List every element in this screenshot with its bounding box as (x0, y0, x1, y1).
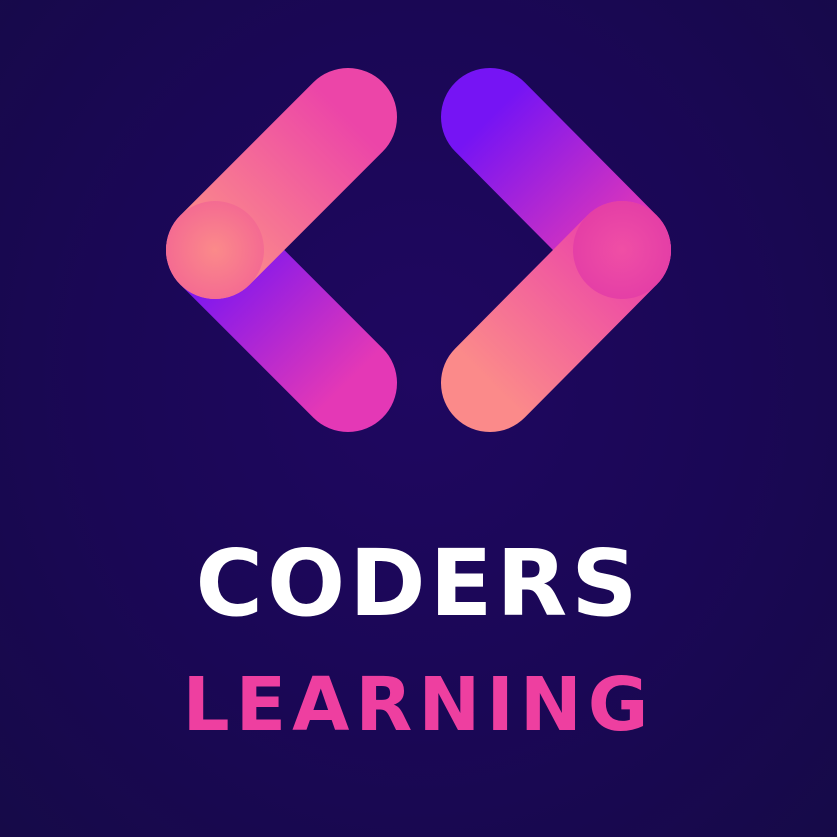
left-bracket-joint (166, 201, 264, 299)
code-brackets-icon (166, 68, 671, 432)
logo-canvas: CODERS LEARNING (0, 0, 837, 837)
brand-name-line2: LEARNING (182, 662, 655, 748)
brand-name-line1: CODERS (195, 530, 642, 637)
left-bracket-icon (166, 68, 397, 432)
right-bracket-joint (573, 201, 671, 299)
right-bracket-icon (441, 68, 671, 432)
